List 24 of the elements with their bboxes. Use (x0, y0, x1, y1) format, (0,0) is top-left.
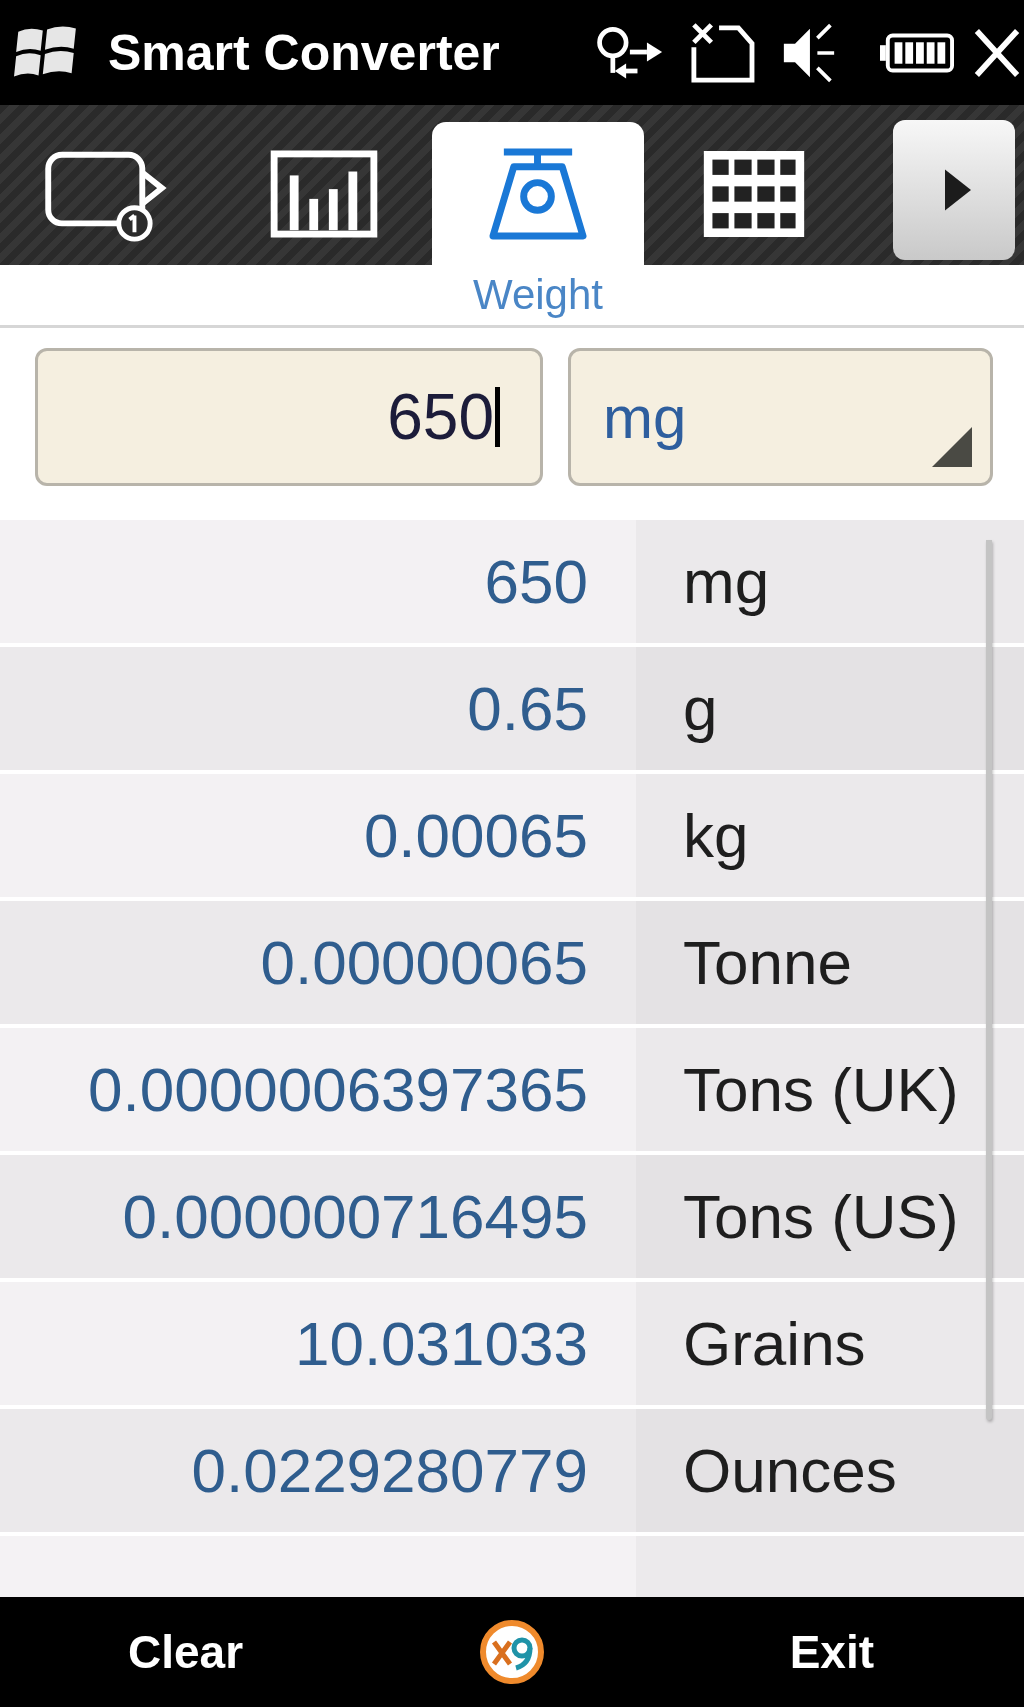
right-arrow-icon (945, 169, 971, 211)
window-title: Smart Converter (108, 23, 500, 82)
tab-caption: Weight (472, 270, 604, 320)
unit-dropdown[interactable]: mg (568, 348, 993, 486)
close-button[interactable] (974, 26, 1020, 79)
unit-name: Tons (US) (636, 1155, 1024, 1278)
speaker-icon[interactable] (782, 22, 836, 83)
converted-value: 0.65 (0, 647, 636, 770)
app-logo-icon[interactable] (480, 1620, 544, 1684)
number-input[interactable]: 650 (35, 348, 543, 486)
unit-name: Ounces (636, 1409, 1024, 1532)
unit-name: g (636, 647, 1024, 770)
converted-value: 0.000000716495 (0, 1155, 636, 1278)
converted-value: 0.0229280779 (0, 1409, 636, 1532)
next-tabs-button[interactable] (893, 120, 1015, 260)
unit-name: Tonne (636, 901, 1024, 1024)
close-icon (974, 26, 1020, 79)
exit-softkey[interactable]: Exit (789, 1625, 874, 1679)
grid-icon (703, 150, 805, 237)
battery-icon[interactable] (880, 32, 954, 73)
converted-value: 0.00000065 (0, 901, 636, 1024)
bar-chart-icon (270, 149, 378, 238)
corner-triangle-icon (932, 427, 972, 467)
clear-softkey[interactable]: Clear (128, 1625, 244, 1679)
